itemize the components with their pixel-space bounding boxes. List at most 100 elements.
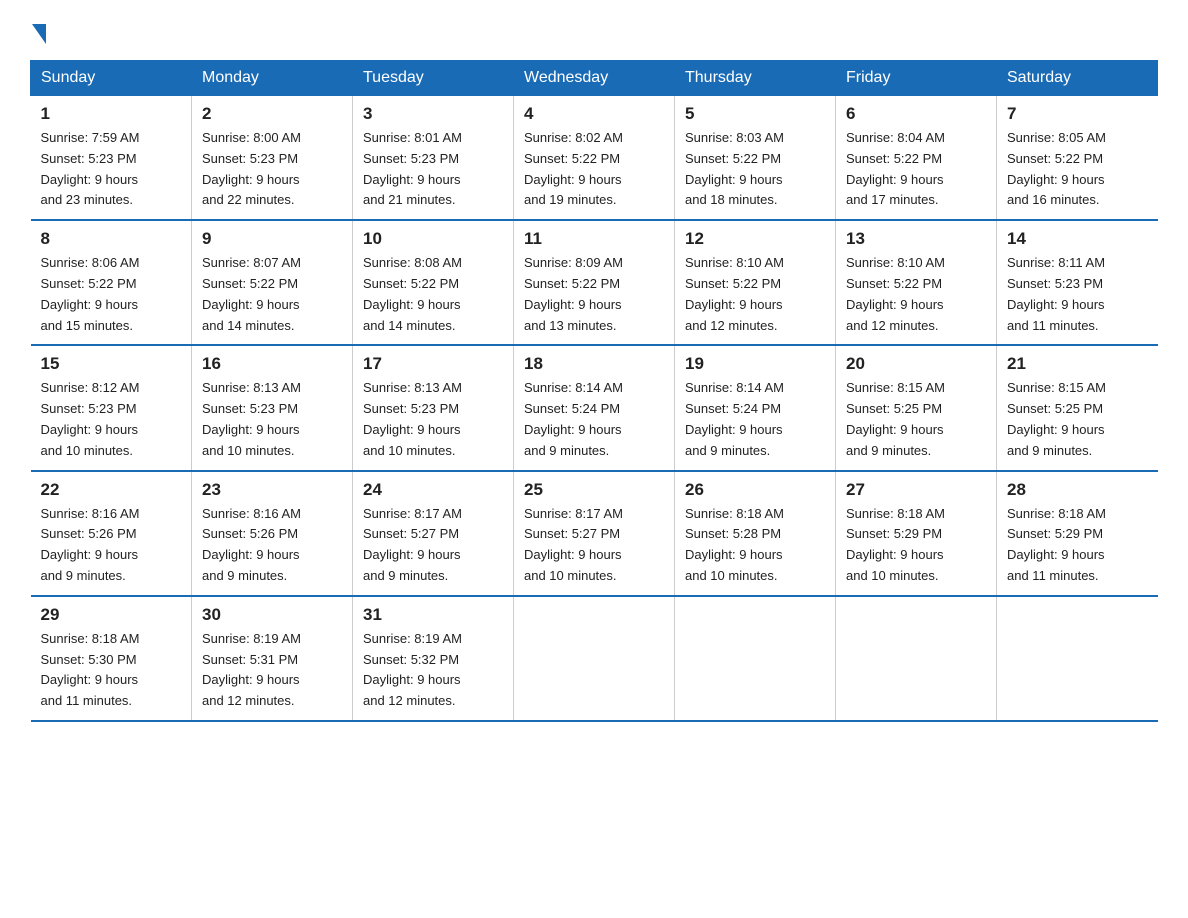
day-info: Sunrise: 8:16 AMSunset: 5:26 PMDaylight:… bbox=[41, 504, 182, 587]
day-number: 8 bbox=[41, 229, 182, 249]
day-number: 28 bbox=[1007, 480, 1148, 500]
day-cell: 13 Sunrise: 8:10 AMSunset: 5:22 PMDaylig… bbox=[836, 220, 997, 345]
day-number: 27 bbox=[846, 480, 986, 500]
day-cell: 4 Sunrise: 8:02 AMSunset: 5:22 PMDayligh… bbox=[514, 96, 675, 221]
week-row-1: 1 Sunrise: 7:59 AMSunset: 5:23 PMDayligh… bbox=[31, 96, 1158, 221]
day-cell: 19 Sunrise: 8:14 AMSunset: 5:24 PMDaylig… bbox=[675, 345, 836, 470]
day-cell: 7 Sunrise: 8:05 AMSunset: 5:22 PMDayligh… bbox=[997, 96, 1158, 221]
day-number: 10 bbox=[363, 229, 503, 249]
day-cell: 18 Sunrise: 8:14 AMSunset: 5:24 PMDaylig… bbox=[514, 345, 675, 470]
day-number: 4 bbox=[524, 104, 664, 124]
weekday-header-wednesday: Wednesday bbox=[514, 61, 675, 96]
logo-triangle-icon bbox=[32, 24, 46, 44]
day-cell: 1 Sunrise: 7:59 AMSunset: 5:23 PMDayligh… bbox=[31, 96, 192, 221]
page-header bbox=[30, 20, 1158, 40]
day-info: Sunrise: 8:00 AMSunset: 5:23 PMDaylight:… bbox=[202, 128, 342, 211]
day-info: Sunrise: 8:19 AMSunset: 5:31 PMDaylight:… bbox=[202, 629, 342, 712]
weekday-header-monday: Monday bbox=[192, 61, 353, 96]
day-info: Sunrise: 8:16 AMSunset: 5:26 PMDaylight:… bbox=[202, 504, 342, 587]
day-cell: 23 Sunrise: 8:16 AMSunset: 5:26 PMDaylig… bbox=[192, 471, 353, 596]
day-number: 15 bbox=[41, 354, 182, 374]
week-row-4: 22 Sunrise: 8:16 AMSunset: 5:26 PMDaylig… bbox=[31, 471, 1158, 596]
calendar-table: SundayMondayTuesdayWednesdayThursdayFrid… bbox=[30, 60, 1158, 722]
day-cell: 16 Sunrise: 8:13 AMSunset: 5:23 PMDaylig… bbox=[192, 345, 353, 470]
day-cell: 5 Sunrise: 8:03 AMSunset: 5:22 PMDayligh… bbox=[675, 96, 836, 221]
day-info: Sunrise: 8:10 AMSunset: 5:22 PMDaylight:… bbox=[685, 253, 825, 336]
day-info: Sunrise: 8:19 AMSunset: 5:32 PMDaylight:… bbox=[363, 629, 503, 712]
day-cell: 11 Sunrise: 8:09 AMSunset: 5:22 PMDaylig… bbox=[514, 220, 675, 345]
day-cell: 9 Sunrise: 8:07 AMSunset: 5:22 PMDayligh… bbox=[192, 220, 353, 345]
day-info: Sunrise: 8:10 AMSunset: 5:22 PMDaylight:… bbox=[846, 253, 986, 336]
day-info: Sunrise: 8:01 AMSunset: 5:23 PMDaylight:… bbox=[363, 128, 503, 211]
day-number: 17 bbox=[363, 354, 503, 374]
day-cell: 8 Sunrise: 8:06 AMSunset: 5:22 PMDayligh… bbox=[31, 220, 192, 345]
day-number: 23 bbox=[202, 480, 342, 500]
day-info: Sunrise: 8:18 AMSunset: 5:28 PMDaylight:… bbox=[685, 504, 825, 587]
day-info: Sunrise: 8:18 AMSunset: 5:30 PMDaylight:… bbox=[41, 629, 182, 712]
week-row-3: 15 Sunrise: 8:12 AMSunset: 5:23 PMDaylig… bbox=[31, 345, 1158, 470]
day-info: Sunrise: 8:17 AMSunset: 5:27 PMDaylight:… bbox=[524, 504, 664, 587]
day-info: Sunrise: 8:18 AMSunset: 5:29 PMDaylight:… bbox=[1007, 504, 1148, 587]
day-info: Sunrise: 8:02 AMSunset: 5:22 PMDaylight:… bbox=[524, 128, 664, 211]
week-row-5: 29 Sunrise: 8:18 AMSunset: 5:30 PMDaylig… bbox=[31, 596, 1158, 721]
day-info: Sunrise: 8:14 AMSunset: 5:24 PMDaylight:… bbox=[685, 378, 825, 461]
day-cell: 3 Sunrise: 8:01 AMSunset: 5:23 PMDayligh… bbox=[353, 96, 514, 221]
day-cell: 14 Sunrise: 8:11 AMSunset: 5:23 PMDaylig… bbox=[997, 220, 1158, 345]
week-row-2: 8 Sunrise: 8:06 AMSunset: 5:22 PMDayligh… bbox=[31, 220, 1158, 345]
day-number: 29 bbox=[41, 605, 182, 625]
day-number: 18 bbox=[524, 354, 664, 374]
day-number: 26 bbox=[685, 480, 825, 500]
day-cell: 12 Sunrise: 8:10 AMSunset: 5:22 PMDaylig… bbox=[675, 220, 836, 345]
day-number: 7 bbox=[1007, 104, 1148, 124]
day-number: 6 bbox=[846, 104, 986, 124]
day-info: Sunrise: 8:07 AMSunset: 5:22 PMDaylight:… bbox=[202, 253, 342, 336]
day-info: Sunrise: 8:15 AMSunset: 5:25 PMDaylight:… bbox=[1007, 378, 1148, 461]
day-info: Sunrise: 8:15 AMSunset: 5:25 PMDaylight:… bbox=[846, 378, 986, 461]
day-cell: 20 Sunrise: 8:15 AMSunset: 5:25 PMDaylig… bbox=[836, 345, 997, 470]
day-info: Sunrise: 8:04 AMSunset: 5:22 PMDaylight:… bbox=[846, 128, 986, 211]
calendar-header-row: SundayMondayTuesdayWednesdayThursdayFrid… bbox=[31, 61, 1158, 96]
day-cell: 15 Sunrise: 8:12 AMSunset: 5:23 PMDaylig… bbox=[31, 345, 192, 470]
logo bbox=[30, 20, 46, 40]
day-cell: 28 Sunrise: 8:18 AMSunset: 5:29 PMDaylig… bbox=[997, 471, 1158, 596]
day-number: 2 bbox=[202, 104, 342, 124]
day-cell: 17 Sunrise: 8:13 AMSunset: 5:23 PMDaylig… bbox=[353, 345, 514, 470]
day-number: 13 bbox=[846, 229, 986, 249]
weekday-header-tuesday: Tuesday bbox=[353, 61, 514, 96]
day-cell: 30 Sunrise: 8:19 AMSunset: 5:31 PMDaylig… bbox=[192, 596, 353, 721]
day-cell bbox=[997, 596, 1158, 721]
day-info: Sunrise: 8:12 AMSunset: 5:23 PMDaylight:… bbox=[41, 378, 182, 461]
day-number: 16 bbox=[202, 354, 342, 374]
day-info: Sunrise: 8:09 AMSunset: 5:22 PMDaylight:… bbox=[524, 253, 664, 336]
day-cell bbox=[675, 596, 836, 721]
day-cell: 10 Sunrise: 8:08 AMSunset: 5:22 PMDaylig… bbox=[353, 220, 514, 345]
day-info: Sunrise: 8:08 AMSunset: 5:22 PMDaylight:… bbox=[363, 253, 503, 336]
day-number: 9 bbox=[202, 229, 342, 249]
day-cell: 31 Sunrise: 8:19 AMSunset: 5:32 PMDaylig… bbox=[353, 596, 514, 721]
day-cell: 26 Sunrise: 8:18 AMSunset: 5:28 PMDaylig… bbox=[675, 471, 836, 596]
day-info: Sunrise: 8:17 AMSunset: 5:27 PMDaylight:… bbox=[363, 504, 503, 587]
day-info: Sunrise: 8:05 AMSunset: 5:22 PMDaylight:… bbox=[1007, 128, 1148, 211]
weekday-header-saturday: Saturday bbox=[997, 61, 1158, 96]
day-cell: 22 Sunrise: 8:16 AMSunset: 5:26 PMDaylig… bbox=[31, 471, 192, 596]
day-number: 1 bbox=[41, 104, 182, 124]
day-info: Sunrise: 8:14 AMSunset: 5:24 PMDaylight:… bbox=[524, 378, 664, 461]
day-number: 21 bbox=[1007, 354, 1148, 374]
day-info: Sunrise: 8:03 AMSunset: 5:22 PMDaylight:… bbox=[685, 128, 825, 211]
day-number: 12 bbox=[685, 229, 825, 249]
day-cell: 2 Sunrise: 8:00 AMSunset: 5:23 PMDayligh… bbox=[192, 96, 353, 221]
day-number: 5 bbox=[685, 104, 825, 124]
day-number: 22 bbox=[41, 480, 182, 500]
day-info: Sunrise: 8:18 AMSunset: 5:29 PMDaylight:… bbox=[846, 504, 986, 587]
day-number: 20 bbox=[846, 354, 986, 374]
day-info: Sunrise: 8:13 AMSunset: 5:23 PMDaylight:… bbox=[363, 378, 503, 461]
day-cell: 21 Sunrise: 8:15 AMSunset: 5:25 PMDaylig… bbox=[997, 345, 1158, 470]
weekday-header-thursday: Thursday bbox=[675, 61, 836, 96]
day-number: 31 bbox=[363, 605, 503, 625]
day-number: 24 bbox=[363, 480, 503, 500]
weekday-header-friday: Friday bbox=[836, 61, 997, 96]
day-info: Sunrise: 8:06 AMSunset: 5:22 PMDaylight:… bbox=[41, 253, 182, 336]
day-number: 19 bbox=[685, 354, 825, 374]
day-cell: 24 Sunrise: 8:17 AMSunset: 5:27 PMDaylig… bbox=[353, 471, 514, 596]
weekday-header-sunday: Sunday bbox=[31, 61, 192, 96]
